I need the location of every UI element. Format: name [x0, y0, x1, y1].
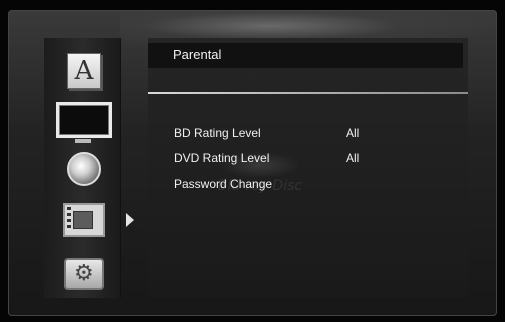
title-divider: [148, 92, 468, 94]
language-icon: A: [67, 53, 101, 89]
parental-icon: [63, 203, 105, 237]
display-icon: [56, 102, 112, 143]
password-change-label[interactable]: Password Change: [174, 177, 272, 191]
system-menu-item[interactable]: [54, 255, 114, 293]
bd-rating-level-value[interactable]: All: [346, 126, 359, 140]
dvd-rating-level-label[interactable]: DVD Rating Level: [174, 151, 269, 165]
parental-menu-item[interactable]: [54, 201, 114, 239]
display-menu-item[interactable]: [54, 101, 114, 143]
selection-pointer-icon: [126, 213, 134, 227]
audio-menu-item[interactable]: [54, 150, 114, 188]
panel-title: Parental: [173, 47, 222, 62]
bd-rating-level-label[interactable]: BD Rating Level: [174, 126, 261, 140]
language-menu-item[interactable]: A: [54, 52, 114, 90]
system-icon: [64, 258, 104, 290]
audio-icon: [67, 152, 101, 186]
dvd-rating-level-value[interactable]: All: [346, 151, 359, 165]
